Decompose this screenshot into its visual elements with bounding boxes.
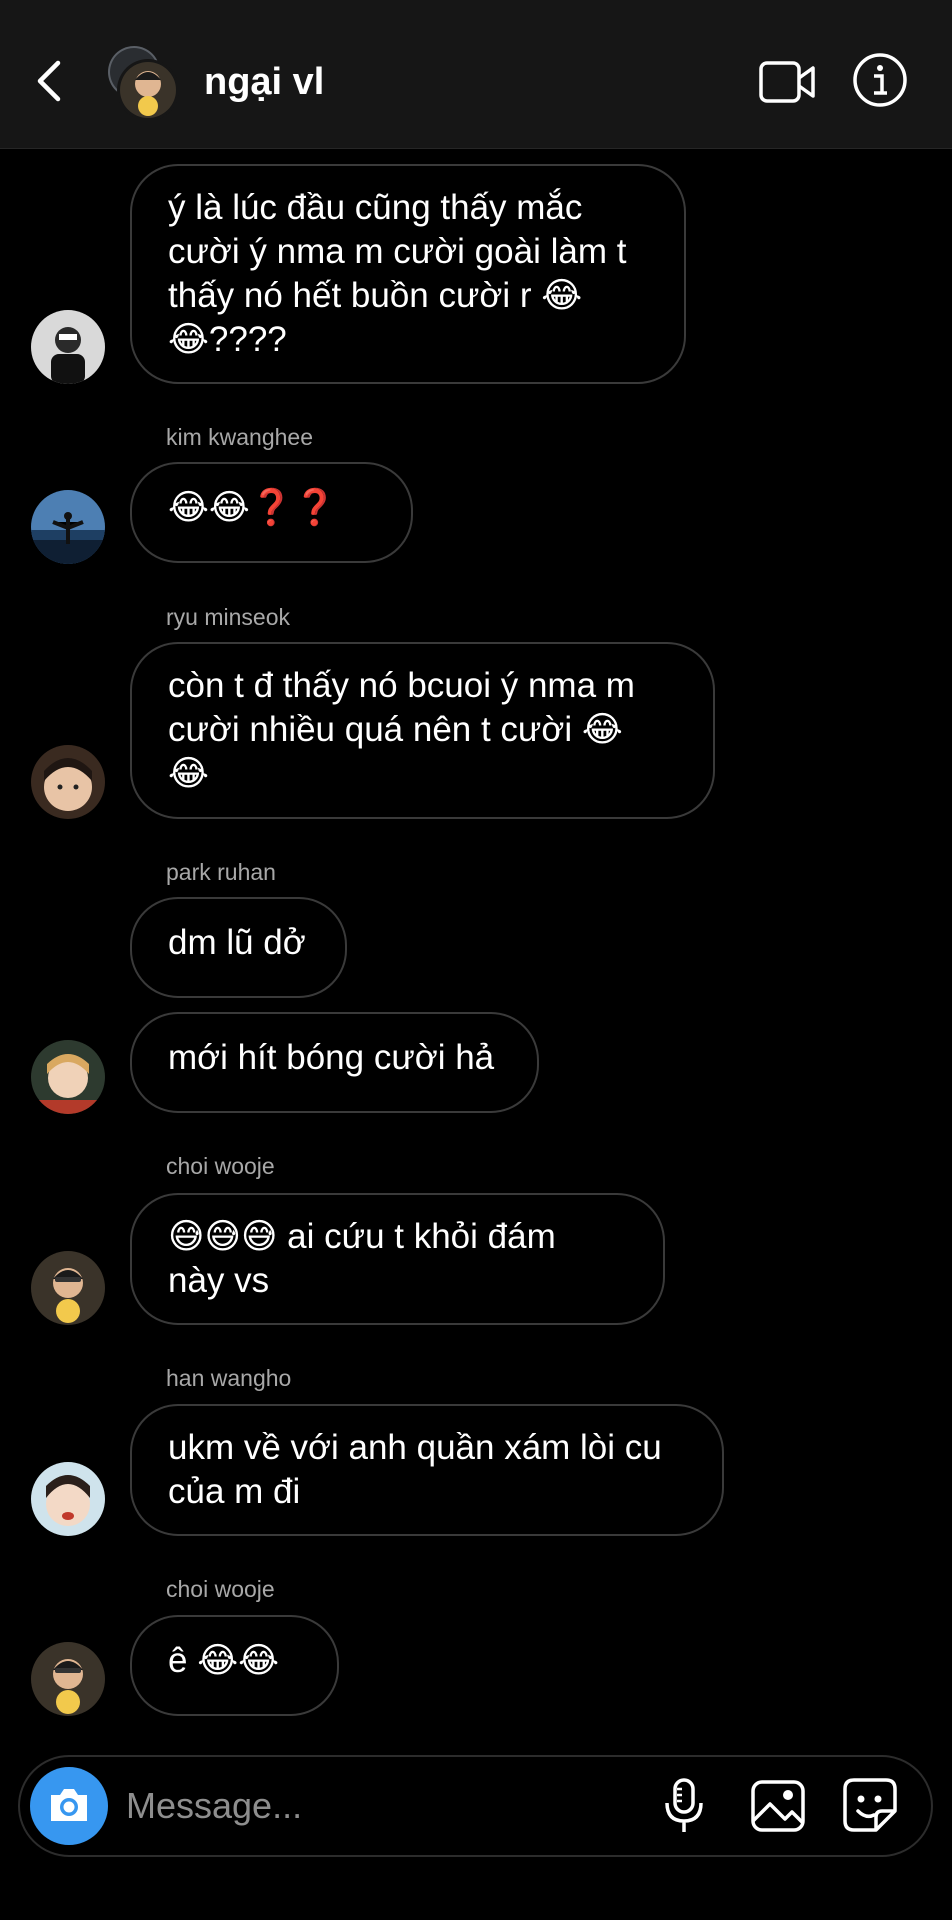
- message-bubble[interactable]: ý là lúc đầu cũng thấy mắc cười ý nma m …: [130, 164, 686, 384]
- microphone-icon[interactable]: [662, 1777, 706, 1835]
- message-composer: [18, 1755, 933, 1857]
- message-bubble[interactable]: ukm về với anh quần xám lòi cu của m đi: [130, 1404, 724, 1536]
- message-bubble[interactable]: ê 😂😂: [130, 1615, 339, 1716]
- group-avatar[interactable]: [104, 44, 182, 122]
- avatar[interactable]: [31, 310, 105, 384]
- chat-title[interactable]: ngại vl: [204, 60, 324, 104]
- message-bubble[interactable]: dm lũ dở: [130, 897, 347, 998]
- avatar[interactable]: [31, 745, 105, 819]
- avatar[interactable]: [31, 1642, 105, 1716]
- avatar[interactable]: [31, 1040, 105, 1114]
- back-arrow-icon[interactable]: [30, 55, 70, 107]
- avatar[interactable]: [31, 1251, 105, 1325]
- sender-name: choi wooje: [166, 1153, 275, 1179]
- message-input[interactable]: [124, 1779, 648, 1833]
- sender-name: park ruhan: [166, 859, 276, 885]
- sender-name: choi wooje: [166, 1576, 275, 1602]
- video-call-icon[interactable]: [758, 56, 816, 108]
- message-bubble[interactable]: mới hít bóng cười hả: [130, 1012, 539, 1113]
- message-bubble[interactable]: còn t đ thấy nó bcuoi ý nma m cười nhiều…: [130, 642, 715, 819]
- message-bubble[interactable]: 😂😂❓❓: [130, 462, 413, 563]
- sender-name: kim kwanghee: [166, 424, 314, 450]
- sender-name: ryu minseok: [166, 604, 290, 630]
- gallery-icon[interactable]: [750, 1779, 806, 1833]
- chat-header: ngại vl: [0, 0, 952, 149]
- avatar[interactable]: [31, 1462, 105, 1536]
- sender-name: han wangho: [166, 1365, 292, 1391]
- sticker-icon[interactable]: [842, 1777, 898, 1833]
- info-icon[interactable]: [852, 52, 908, 108]
- camera-button[interactable]: [30, 1767, 108, 1845]
- avatar[interactable]: [31, 490, 105, 564]
- camera-icon: [51, 1789, 87, 1821]
- message-bubble[interactable]: 😅😅😅 ai cứu t khỏi đám này vs: [130, 1193, 665, 1325]
